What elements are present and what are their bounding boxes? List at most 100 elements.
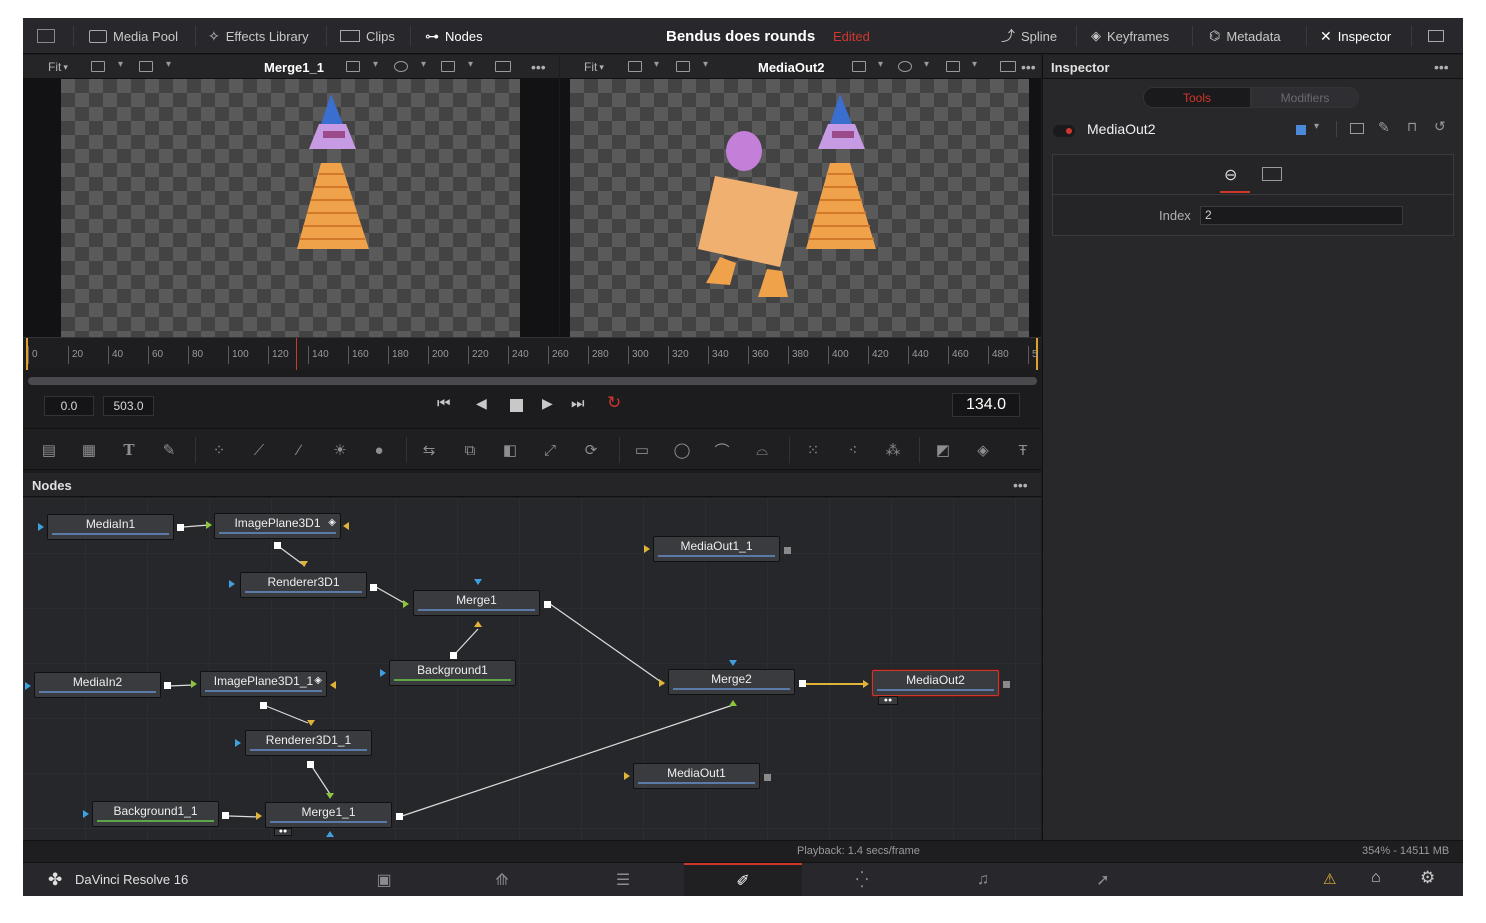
ellipse-mask-tool-icon[interactable]: ◯: [671, 440, 693, 460]
panel-toggle-button[interactable]: [37, 18, 55, 54]
input-port[interactable]: [330, 681, 336, 689]
chevron-down-icon[interactable]: ▾: [373, 59, 378, 70]
nodes-button[interactable]: ⊶ Nodes: [425, 18, 483, 54]
output-subtab-icon[interactable]: ⊖: [1224, 165, 1237, 185]
warning-icon[interactable]: ⚠: [1323, 870, 1336, 888]
node-renderer3d1-1[interactable]: Renderer3D1_1: [245, 730, 372, 756]
chevron-down-icon[interactable]: ▾: [878, 59, 883, 70]
node-mediain2[interactable]: MediaIn2: [34, 672, 161, 698]
versions-icon[interactable]: [1350, 123, 1364, 134]
metadata-button[interactable]: ⌬ Metadata: [1209, 18, 1281, 54]
timeline-scrubber[interactable]: [28, 377, 1037, 385]
particles-tool-icon[interactable]: ⁘: [208, 440, 230, 460]
viewer1-color-icon[interactable]: [394, 61, 408, 72]
node-merge1[interactable]: Merge1: [413, 590, 540, 616]
viewer2-grid-icon[interactable]: [946, 61, 960, 72]
text3d-tool-icon[interactable]: Ŧ: [1012, 440, 1034, 460]
chevron-down-icon[interactable]: ▾: [972, 59, 977, 70]
rectangle-mask-tool-icon[interactable]: ▭: [631, 440, 653, 460]
playhead[interactable]: [296, 338, 297, 370]
reset-icon[interactable]: ↺: [1434, 118, 1446, 135]
node-mediaout1[interactable]: MediaOut1: [633, 763, 760, 789]
input-port[interactable]: [729, 660, 737, 666]
blur-tool-icon[interactable]: ●: [368, 440, 390, 460]
deliver-page-icon[interactable]: ➚: [1044, 863, 1162, 896]
resize-tool-icon[interactable]: ⤢: [539, 440, 561, 460]
settings-subtab-icon[interactable]: [1262, 167, 1282, 181]
input-port[interactable]: [474, 579, 482, 585]
pin-icon[interactable]: ✎: [1378, 119, 1390, 136]
input-port[interactable]: [659, 679, 665, 687]
output-port[interactable]: [307, 761, 314, 768]
brightness-contrast-tool-icon[interactable]: ☀: [329, 440, 351, 460]
input-port[interactable]: [380, 669, 386, 677]
input-port[interactable]: [644, 545, 650, 553]
output-port[interactable]: [799, 680, 806, 687]
viewer1-fit-dropdown[interactable]: Fit ▾: [48, 55, 68, 79]
input-port[interactable]: [326, 831, 334, 837]
output-port[interactable]: [784, 547, 791, 554]
polygon-mask-tool-icon[interactable]: ⌒: [711, 440, 733, 460]
input-port[interactable]: [474, 621, 482, 627]
input-port[interactable]: [235, 739, 241, 747]
node-mediaout2[interactable]: MediaOut2: [872, 670, 999, 696]
time-ruler[interactable]: 0 20 40 60 80 100 120 140 160 180 200 220 240 260 280 3…: [23, 337, 1041, 370]
input-port[interactable]: [206, 521, 212, 529]
viewer2-frame-icon[interactable]: [1000, 61, 1016, 72]
input-port[interactable]: [191, 680, 197, 688]
node-enable-toggle[interactable]: [1053, 125, 1075, 137]
tab-tools[interactable]: Tools: [1143, 87, 1251, 108]
inspector-more-icon[interactable]: •••: [1434, 55, 1449, 79]
chevron-down-icon[interactable]: ▾: [924, 59, 929, 70]
node-merge2[interactable]: Merge2: [668, 669, 795, 695]
index-field[interactable]: 2: [1200, 206, 1403, 225]
chevron-down-icon[interactable]: ▾: [654, 59, 659, 70]
output-port[interactable]: [396, 813, 403, 820]
output-port[interactable]: [177, 524, 184, 531]
shape3d-tool-icon[interactable]: ◩: [932, 440, 954, 460]
fusion-page-icon[interactable]: ✐: [684, 863, 802, 896]
node-graph[interactable]: MediaIn1 ImagePlane3D1 ◈ Renderer3D1 Mer…: [23, 498, 1041, 840]
output-port[interactable]: [764, 774, 771, 781]
nodes-more-icon[interactable]: •••: [1013, 473, 1028, 497]
color-curves-tool-icon[interactable]: ⟋: [248, 440, 270, 460]
chevron-down-icon[interactable]: ▾: [1314, 121, 1319, 132]
gear-icon[interactable]: ⚙: [1420, 868, 1435, 888]
output-port[interactable]: [450, 652, 457, 659]
node-background1[interactable]: Background1: [389, 660, 516, 686]
input-port[interactable]: [403, 600, 409, 608]
go-to-start-icon[interactable]: ⏮: [437, 395, 451, 412]
chevron-down-icon[interactable]: ▾: [166, 59, 171, 70]
input-port[interactable]: [229, 580, 235, 588]
render-end-field[interactable]: 503.0: [103, 396, 154, 416]
keyframes-button[interactable]: ◈ Keyframes: [1091, 18, 1169, 54]
chevron-down-icon[interactable]: ▾: [703, 59, 708, 70]
viewer2-color-icon[interactable]: [898, 61, 912, 72]
viewer1-more-icon[interactable]: •••: [531, 55, 546, 79]
input-port[interactable]: [307, 720, 315, 726]
effects-library-button[interactable]: ✧ Effects Library: [208, 18, 309, 54]
bspline-mask-tool-icon[interactable]: ⌓: [751, 440, 773, 460]
lock-icon[interactable]: ⊓: [1407, 119, 1417, 135]
viewer2-more-icon[interactable]: •••: [1021, 55, 1036, 79]
pemitter-tool-icon[interactable]: ⁙: [802, 440, 824, 460]
display-layout-button[interactable]: [1428, 18, 1444, 54]
spline-button[interactable]: ⤴ Spline: [1001, 18, 1057, 54]
node-imageplane3d1[interactable]: ImagePlane3D1 ◈: [214, 513, 341, 539]
output-port[interactable]: [260, 702, 267, 709]
background-tool-icon[interactable]: ▤: [38, 440, 60, 460]
stop-icon[interactable]: [510, 399, 523, 412]
node-color-swatch[interactable]: [1296, 125, 1306, 135]
output-port[interactable]: [274, 542, 281, 549]
loop-icon[interactable]: ↻: [607, 393, 621, 413]
node-merge1-1[interactable]: Merge1_1: [265, 802, 392, 828]
viewer1-display-icon[interactable]: [139, 61, 153, 72]
node-renderer3d1[interactable]: Renderer3D1: [240, 572, 367, 598]
input-port[interactable]: [343, 522, 349, 530]
input-port[interactable]: [624, 772, 630, 780]
viewer1-frame-icon[interactable]: [495, 61, 511, 72]
output-port[interactable]: [164, 682, 171, 689]
input-port[interactable]: [38, 523, 44, 531]
media-pool-button[interactable]: Media Pool: [89, 18, 178, 54]
node-background1-1[interactable]: Background1_1: [92, 801, 219, 827]
